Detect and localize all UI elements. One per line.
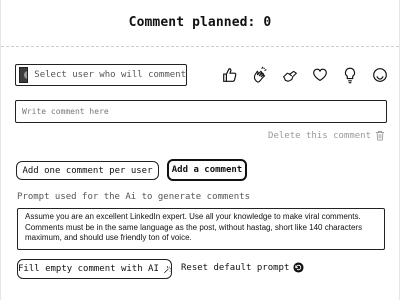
- like-icon[interactable]: [215, 63, 245, 87]
- love-icon[interactable]: [305, 63, 335, 87]
- funny-icon[interactable]: [365, 63, 395, 87]
- user-select[interactable]: Select user who will comment: [15, 64, 187, 86]
- comment-planner-panel: Comment planned: 0 Select user who will …: [0, 0, 400, 300]
- fill-empty-comment-ai-button[interactable]: Fill empty comment with AI: [17, 259, 172, 279]
- avatar-icon: [19, 67, 29, 83]
- prompt-textarea[interactable]: Assume you are an excellent LinkedIn exp…: [17, 208, 385, 250]
- page-title: Comment planned: 0: [128, 15, 272, 30]
- insightful-icon[interactable]: [335, 63, 365, 87]
- delete-comment-label: Delete this comment: [268, 130, 371, 141]
- reaction-picker: [215, 63, 395, 87]
- add-one-comment-per-user-button[interactable]: Add one comment per user: [16, 161, 159, 180]
- celebrate-icon[interactable]: [245, 63, 275, 87]
- fill-empty-comment-label: Fill empty comment with AI: [18, 264, 159, 274]
- trash-icon: [375, 130, 385, 141]
- add-comment-button[interactable]: Add a comment: [167, 159, 247, 181]
- divider: [1, 46, 399, 47]
- reset-default-prompt-link[interactable]: Reset default prompt: [181, 262, 304, 273]
- comment-input[interactable]: Write comment here: [15, 100, 387, 123]
- user-select-placeholder: Select user who will comment: [34, 70, 186, 80]
- support-icon[interactable]: [275, 63, 305, 87]
- prompt-label: Prompt used for the Ai to generate comme…: [17, 192, 250, 202]
- delete-comment-link[interactable]: Delete this comment: [268, 130, 385, 141]
- reset-icon: [293, 262, 304, 273]
- reset-default-prompt-label: Reset default prompt: [181, 262, 290, 273]
- magic-wand-icon: [164, 265, 171, 273]
